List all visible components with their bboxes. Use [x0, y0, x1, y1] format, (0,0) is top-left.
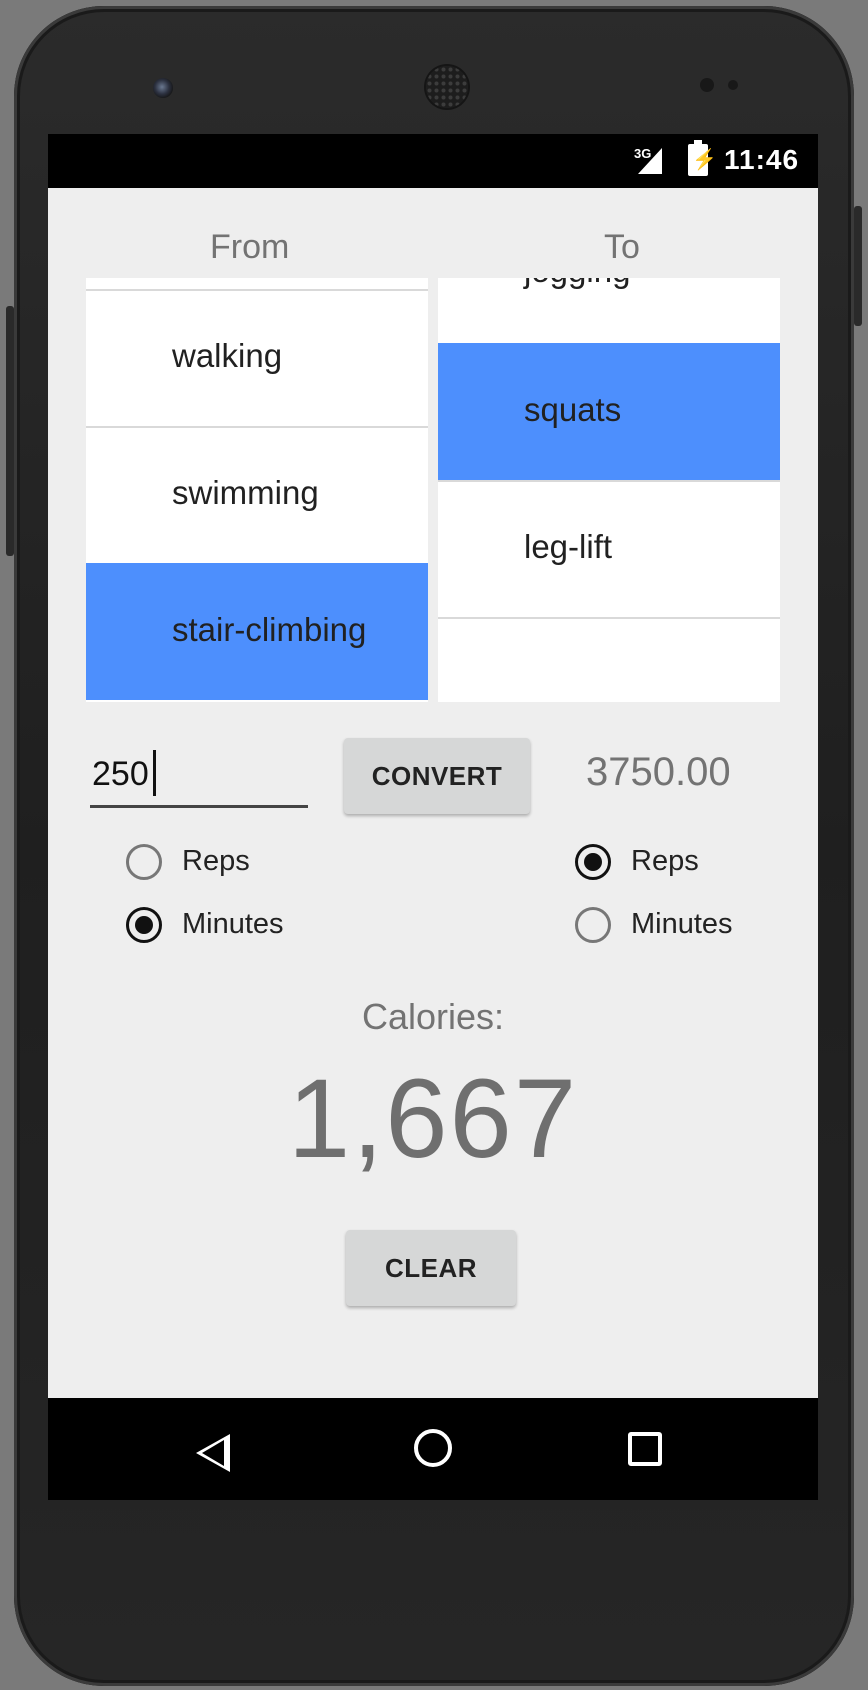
- back-icon[interactable]: [196, 1434, 230, 1472]
- home-icon[interactable]: [414, 1429, 452, 1467]
- list-item-selected[interactable]: stair-climbing: [86, 563, 428, 700]
- status-bar: 3G ⚡ 11:46: [48, 134, 818, 188]
- light-sensor: [728, 80, 738, 90]
- amount-input[interactable]: [90, 744, 308, 808]
- status-clock: 11:46: [724, 144, 800, 175]
- convert-button[interactable]: CONVERT: [344, 738, 530, 814]
- list-item[interactable]: [438, 617, 780, 702]
- list-item-label: swimming: [172, 474, 319, 511]
- power-button: [854, 206, 862, 326]
- to-unit-minutes-radio[interactable]: Minutes: [575, 905, 745, 951]
- text-cursor: [153, 750, 156, 796]
- calories-label: Calories:: [361, 996, 505, 1037]
- list-item-label: squats: [524, 391, 622, 428]
- front-camera: [153, 78, 173, 98]
- list-item-label: jogging: [524, 278, 630, 290]
- volume-button: [6, 306, 14, 556]
- list-item-label: walking: [172, 337, 283, 374]
- radio-label: Minutes: [182, 908, 284, 940]
- radio-checked-icon: [126, 907, 162, 943]
- radio-unchecked-icon: [575, 907, 611, 943]
- radio-label: Reps: [631, 845, 699, 877]
- list-item[interactable]: walking: [86, 289, 428, 426]
- radio-checked-icon: [575, 844, 611, 880]
- navigation-bar: [48, 1398, 818, 1500]
- battery-charging-icon: ⚡: [688, 140, 717, 176]
- list-item[interactable]: swimming: [86, 426, 428, 563]
- from-header: From: [210, 228, 290, 266]
- conversion-result: 3750.00: [586, 750, 731, 794]
- clear-button[interactable]: CLEAR: [346, 1230, 516, 1306]
- radio-label: Minutes: [631, 908, 733, 940]
- proximity-sensor: [700, 78, 714, 92]
- earpiece-speaker: [426, 66, 468, 108]
- radio-label: Reps: [182, 845, 250, 877]
- list-item[interactable]: leg-lift: [438, 480, 780, 617]
- from-unit-reps-radio[interactable]: Reps: [126, 842, 266, 888]
- list-item-label: stair-climbing: [172, 611, 367, 648]
- app-screen: 3G ⚡ 11:46 From To walking swimming stai…: [48, 134, 818, 1500]
- signal-icon: [638, 148, 662, 174]
- from-exercise-list[interactable]: walking swimming stair-climbing: [86, 278, 428, 702]
- to-exercise-list[interactable]: jogging squats leg-lift: [438, 278, 780, 702]
- to-unit-reps-radio[interactable]: Reps: [575, 842, 715, 888]
- list-item-label: leg-lift: [524, 528, 613, 565]
- recents-icon[interactable]: [628, 1432, 662, 1466]
- list-item-selected[interactable]: squats: [438, 343, 780, 480]
- radio-unchecked-icon: [126, 844, 162, 880]
- to-header: To: [604, 228, 640, 266]
- list-item[interactable]: jogging: [438, 278, 780, 343]
- from-unit-minutes-radio[interactable]: Minutes: [126, 905, 296, 951]
- calories-value: 1,667: [287, 1056, 579, 1181]
- list-item[interactable]: [86, 278, 428, 289]
